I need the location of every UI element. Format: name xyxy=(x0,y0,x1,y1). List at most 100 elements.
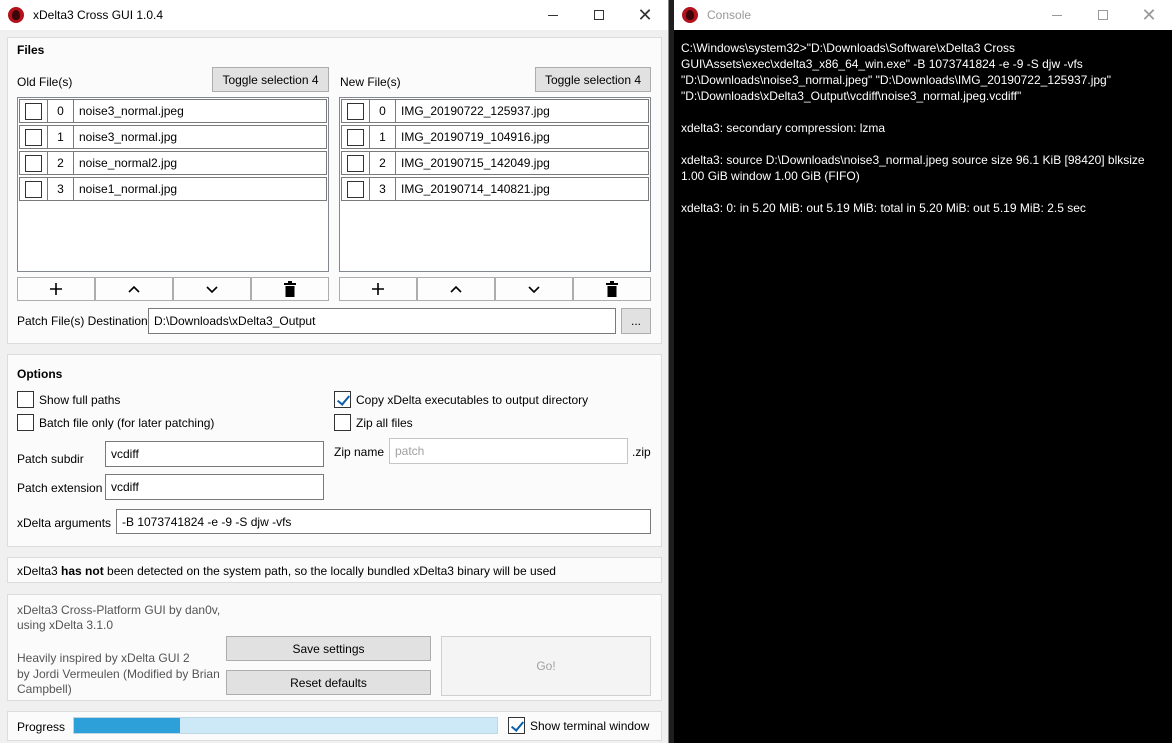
console-title: Console xyxy=(707,8,752,22)
destination-label: Patch File(s) Destination xyxy=(17,314,148,328)
new-file-row[interactable]: 3 IMG_20190714_140821.jpg xyxy=(341,177,649,201)
new-file-name: IMG_20190722_125937.jpg xyxy=(401,104,550,118)
old-files-list[interactable]: 0 noise3_normal.jpeg 1 noise3_normal.jpg… xyxy=(17,97,329,272)
path-notice-text: xDelta3 has not been detected on the sys… xyxy=(17,564,556,578)
new-files-label: New File(s) xyxy=(340,75,401,89)
patch-extension-label: Patch extension xyxy=(17,481,103,495)
console-output: C:\Windows\system32>"D:\Downloads\Softwa… xyxy=(681,40,1164,232)
batch-file-only-option[interactable]: Batch file only (for later patching) xyxy=(17,414,214,431)
console-window: Console ✕ C:\Windows\system32>"D:\Downlo… xyxy=(674,0,1172,743)
old-file-index: 2 xyxy=(48,152,74,174)
old-move-down-button[interactable] xyxy=(173,277,251,301)
old-file-checkbox[interactable] xyxy=(25,180,42,198)
new-file-row[interactable]: 2 IMG_20190715_142049.jpg xyxy=(341,151,649,175)
old-files-label: Old File(s) xyxy=(17,75,73,89)
old-file-index: 3 xyxy=(48,178,74,200)
new-file-checkbox[interactable] xyxy=(347,128,364,146)
new-delete-button[interactable] xyxy=(573,277,651,301)
close-icon: ✕ xyxy=(1141,5,1157,25)
old-delete-button[interactable] xyxy=(251,277,329,301)
console-maximize-button[interactable] xyxy=(1080,0,1126,30)
minimize-button[interactable] xyxy=(530,0,576,30)
save-settings-button[interactable]: Save settings xyxy=(226,636,431,661)
files-heading: Files xyxy=(17,43,45,57)
new-file-index: 1 xyxy=(370,126,396,148)
zip-name-label: Zip name xyxy=(334,445,385,459)
old-file-checkbox[interactable] xyxy=(25,102,42,120)
old-file-row[interactable]: 0 noise3_normal.jpeg xyxy=(19,99,327,123)
new-file-name: IMG_20190715_142049.jpg xyxy=(401,156,550,170)
progress-bar xyxy=(73,717,498,734)
copy-executables-option[interactable]: Copy xDelta executables to output direct… xyxy=(334,391,588,408)
console-line: xdelta3: 0: in 5.20 MiB: out 5.19 MiB: t… xyxy=(681,201,1086,215)
zip-suffix-label: .zip xyxy=(632,445,651,459)
old-file-row[interactable]: 1 noise3_normal.jpg xyxy=(19,125,327,149)
reset-defaults-button[interactable]: Reset defaults xyxy=(226,670,431,695)
destination-input[interactable]: D:\Downloads\xDelta3_Output xyxy=(148,308,616,334)
new-file-checkbox[interactable] xyxy=(347,154,364,172)
chevron-down-icon xyxy=(206,286,218,294)
show-terminal-option[interactable]: Show terminal window xyxy=(508,717,649,734)
copy-executables-checkbox[interactable] xyxy=(334,391,351,408)
zip-all-files-option[interactable]: Zip all files xyxy=(334,414,413,431)
trash-icon xyxy=(284,281,296,297)
show-terminal-checkbox[interactable] xyxy=(508,717,525,734)
console-line: C:\Windows\system32>"D:\Downloads\Softwa… xyxy=(681,41,1111,103)
go-button[interactable]: Go! xyxy=(441,636,651,696)
patch-extension-input[interactable]: vcdiff xyxy=(105,474,324,500)
about-line-4: by Jordi Vermeulen (Modified by Brian xyxy=(17,667,220,681)
old-file-row[interactable]: 3 noise1_normal.jpg xyxy=(19,177,327,201)
patch-subdir-label: Patch subdir xyxy=(17,452,84,466)
browse-button[interactable]: ... xyxy=(621,308,651,334)
progress-bar-fill xyxy=(74,718,180,733)
console-close-button[interactable]: ✕ xyxy=(1126,0,1172,30)
chevron-up-icon xyxy=(128,285,140,293)
app-logo-icon xyxy=(8,7,24,23)
xdelta-arguments-label: xDelta arguments xyxy=(17,516,112,530)
new-file-index: 0 xyxy=(370,100,396,122)
maximize-button[interactable] xyxy=(576,0,622,30)
minimize-icon xyxy=(1052,14,1062,16)
new-move-down-button[interactable] xyxy=(495,277,573,301)
show-full-paths-label: Show full paths xyxy=(39,392,121,407)
show-full-paths-option[interactable]: Show full paths xyxy=(17,391,120,408)
close-button[interactable]: ✕ xyxy=(622,0,668,30)
new-file-name: IMG_20190714_140821.jpg xyxy=(401,182,550,196)
old-file-checkbox[interactable] xyxy=(25,128,42,146)
toggle-old-selection-button[interactable]: Toggle selection 4 xyxy=(212,67,329,92)
old-add-button[interactable] xyxy=(17,277,95,301)
batch-file-only-label: Batch file only (for later patching) xyxy=(39,415,215,430)
console-titlebar: Console ✕ xyxy=(674,0,1172,30)
progress-label: Progress xyxy=(17,720,66,734)
zip-name-input[interactable]: patch xyxy=(389,438,628,464)
old-move-up-button[interactable] xyxy=(95,277,173,301)
new-file-checkbox[interactable] xyxy=(347,102,364,120)
about-line-5: Campbell) xyxy=(17,682,72,696)
new-file-checkbox[interactable] xyxy=(347,180,364,198)
xdelta-arguments-input[interactable]: -B 1073741824 -e -9 -S djw -vfs xyxy=(116,509,651,534)
old-file-index: 0 xyxy=(48,100,74,122)
zip-all-files-checkbox[interactable] xyxy=(334,414,351,431)
maximize-icon xyxy=(594,10,604,20)
console-line: xdelta3: source D:\Downloads\noise3_norm… xyxy=(681,153,1145,183)
new-add-button[interactable] xyxy=(339,277,417,301)
new-file-row[interactable]: 1 IMG_20190719_104916.jpg xyxy=(341,125,649,149)
old-file-name: noise1_normal.jpg xyxy=(79,182,178,196)
new-file-row[interactable]: 0 IMG_20190722_125937.jpg xyxy=(341,99,649,123)
new-files-list[interactable]: 0 IMG_20190722_125937.jpg 1 IMG_20190719… xyxy=(339,97,651,272)
batch-file-only-checkbox[interactable] xyxy=(17,414,34,431)
new-file-index: 3 xyxy=(370,178,396,200)
show-full-paths-checkbox[interactable] xyxy=(17,391,34,408)
patch-subdir-input[interactable]: vcdiff xyxy=(105,441,324,467)
main-titlebar: xDelta3 Cross GUI 1.0.4 ✕ xyxy=(0,0,668,30)
console-minimize-button[interactable] xyxy=(1034,0,1080,30)
new-move-up-button[interactable] xyxy=(417,277,495,301)
old-file-row[interactable]: 2 noise_normal2.jpg xyxy=(19,151,327,175)
about-line-2: using xDelta 3.1.0 xyxy=(17,618,114,632)
old-file-checkbox[interactable] xyxy=(25,154,42,172)
options-heading: Options xyxy=(17,367,63,381)
toggle-new-selection-button[interactable]: Toggle selection 4 xyxy=(535,67,651,92)
new-file-name: IMG_20190719_104916.jpg xyxy=(401,130,550,144)
minimize-icon xyxy=(548,14,558,16)
old-file-name: noise3_normal.jpg xyxy=(79,130,178,144)
